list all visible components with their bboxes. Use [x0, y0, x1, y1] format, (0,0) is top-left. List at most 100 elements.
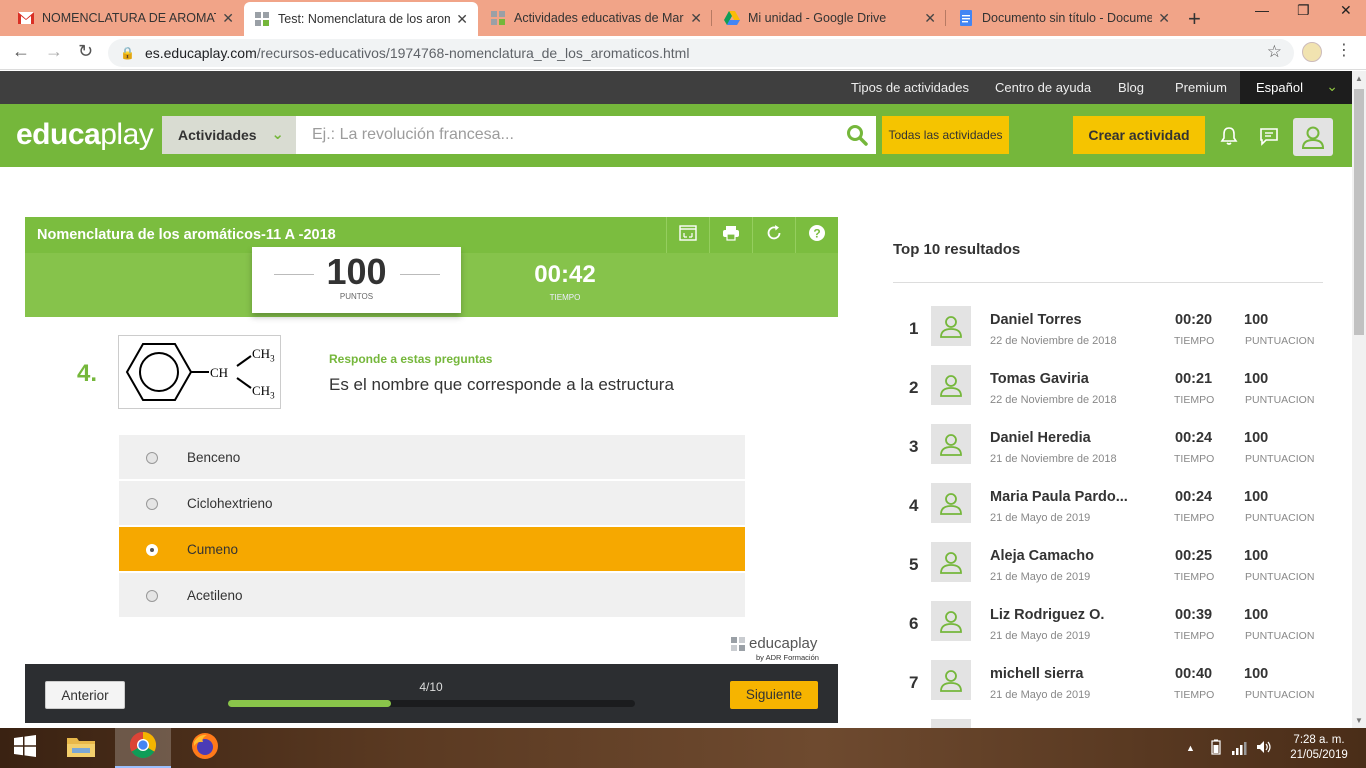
start-button[interactable] — [0, 728, 50, 768]
progress-fill — [228, 700, 391, 707]
rank-user-name: michell sierra — [990, 666, 1084, 682]
new-tab-button[interactable]: + — [1188, 6, 1201, 32]
site-top-nav: Tipos de actividades Centro de ayuda Blo… — [0, 71, 1352, 104]
rank-score-label: PUNTUACION — [1245, 394, 1315, 406]
score-card: 100 PUNTOS — [252, 247, 461, 313]
tray-chevron-up-icon[interactable]: ▲ — [1186, 743, 1195, 753]
close-icon[interactable]: ✕ — [924, 10, 936, 27]
system-clock[interactable]: 7:28 a. m. 21/05/2019 — [1286, 733, 1352, 763]
browser-tabstrip: NOMENCLATURA DE AROMATIC ✕ Test: Nomencl… — [0, 0, 1366, 36]
rank-time: 00:25 — [1175, 548, 1213, 564]
answer-option[interactable]: Benceno — [119, 435, 745, 480]
rank-score-label: PUNTUACION — [1245, 630, 1315, 642]
rank-time-label: TIEMPO — [1174, 689, 1215, 701]
bell-icon[interactable] — [1219, 126, 1239, 151]
question-instruction: Responde a estas preguntas — [329, 352, 493, 366]
taskbar-file-explorer[interactable] — [53, 728, 109, 768]
tab-educaplay-activities[interactable]: Actividades educativas de Maria ✕ — [480, 4, 712, 32]
bookmark-star-icon[interactable]: ☆ — [1267, 42, 1282, 62]
rank-position: 6 — [909, 614, 919, 633]
user-avatar-icon — [931, 601, 971, 641]
rank-score-label: PUNTUACION — [1245, 453, 1315, 465]
restart-icon — [765, 224, 783, 247]
nav-tipos-actividades[interactable]: Tipos de actividades — [851, 80, 969, 95]
help-icon: ? — [808, 224, 826, 247]
battery-icon[interactable] — [1211, 739, 1221, 758]
nav-blog[interactable]: Blog — [1118, 80, 1144, 95]
radio-button[interactable] — [146, 498, 158, 510]
previous-button[interactable]: Anterior — [45, 681, 125, 709]
scroll-down-icon[interactable]: ▼ — [1355, 716, 1363, 725]
close-icon[interactable]: ✕ — [222, 10, 234, 27]
site-header: educaplay Actividades ⌄ Todas las activi… — [0, 104, 1352, 167]
restore-icon[interactable]: ❐ — [1297, 2, 1310, 19]
rank-time-label: TIEMPO — [1174, 512, 1215, 524]
url-path: /recursos-educativos/1974768-nomenclatur… — [256, 45, 690, 61]
messages-icon[interactable] — [1259, 126, 1279, 151]
close-icon[interactable]: ✕ — [456, 11, 468, 28]
help-button[interactable]: ? — [795, 217, 838, 253]
progress-label: 4/10 — [419, 680, 443, 694]
answer-option[interactable]: Ciclohextrieno — [119, 481, 745, 526]
ranking-row: 5 Aleja Camacho 21 de Mayo de 2019 00:25 TIE… — [893, 542, 1333, 601]
activities-dropdown[interactable]: Actividades ⌄ — [162, 116, 296, 154]
activity-title: Nomenclatura de los aromáticos-11 A -201… — [37, 227, 336, 243]
print-button[interactable] — [709, 217, 752, 253]
tab-google-docs[interactable]: Documento sin título - Docume ✕ — [948, 4, 1180, 32]
lock-icon: 🔒 — [120, 46, 135, 60]
browser-menu-icon[interactable]: ⋮ — [1336, 40, 1352, 60]
search-icon[interactable] — [846, 124, 868, 151]
tab-gmail[interactable]: NOMENCLATURA DE AROMATIC ✕ — [8, 4, 244, 32]
extension-icon[interactable] — [1302, 42, 1322, 62]
forward-icon[interactable]: → — [45, 41, 63, 62]
rank-date: 22 de Noviembre de 2018 — [990, 335, 1117, 347]
progress-bar — [228, 700, 635, 707]
language-label: Español — [1256, 80, 1303, 95]
close-icon[interactable]: ✕ — [690, 10, 702, 27]
search-input[interactable] — [296, 116, 836, 154]
create-activity-button[interactable]: Crear actividad — [1073, 116, 1205, 154]
answer-option-selected[interactable]: Cumeno — [119, 527, 745, 572]
answer-option[interactable]: Acetileno — [119, 573, 745, 618]
window-close-icon[interactable]: ✕ — [1340, 2, 1352, 19]
taskbar-firefox[interactable] — [177, 728, 233, 768]
rank-user-name: Tomas Gaviria — [990, 371, 1089, 387]
taskbar-chrome[interactable] — [115, 728, 171, 768]
windows-icon — [14, 734, 36, 762]
answer-label: Acetileno — [187, 588, 243, 603]
question-structure-image[interactable]: CH CH3 CH3 — [118, 335, 281, 409]
scroll-up-icon[interactable]: ▲ — [1355, 74, 1363, 83]
next-button[interactable]: Siguiente — [730, 681, 818, 709]
rank-score: 100 — [1244, 430, 1269, 446]
fullscreen-button[interactable] — [666, 217, 709, 253]
rank-date: 21 de Noviembre de 2018 — [990, 453, 1117, 465]
tab-google-drive[interactable]: Mi unidad - Google Drive ✕ — [714, 4, 946, 32]
network-icon[interactable] — [1232, 741, 1248, 758]
educaplay-logo[interactable]: educaplay — [16, 118, 154, 152]
radio-button[interactable] — [146, 590, 158, 602]
back-icon[interactable]: ← — [12, 41, 30, 62]
volume-icon[interactable] — [1256, 740, 1272, 757]
rank-score: 100 — [1244, 607, 1269, 623]
reload-icon[interactable]: ↻ — [78, 41, 93, 62]
rank-position: 3 — [909, 437, 919, 456]
url-field[interactable]: 🔒 es.educaplay.com/recursos-educativos/1… — [108, 39, 1294, 67]
rank-user-name: Daniel Heredia — [990, 430, 1091, 446]
rank-score: 100 — [1244, 489, 1269, 505]
radio-button[interactable] — [146, 452, 158, 464]
scrollbar-thumb[interactable] — [1354, 89, 1364, 335]
all-activities-button[interactable]: Todas las actividades — [882, 116, 1009, 154]
radio-button-checked[interactable] — [146, 544, 158, 556]
docs-icon — [958, 10, 974, 26]
user-avatar[interactable] — [1293, 118, 1333, 156]
nav-premium[interactable]: Premium — [1175, 80, 1227, 95]
page-scrollbar[interactable]: ▲ ▼ — [1352, 71, 1366, 728]
minimize-icon[interactable]: — — [1255, 2, 1269, 18]
close-icon[interactable]: ✕ — [1158, 10, 1170, 27]
tab-educaplay-test[interactable]: Test: Nomenclatura de los arom ✕ — [244, 2, 478, 36]
rank-date: 21 de Mayo de 2019 — [990, 630, 1091, 642]
language-selector[interactable]: Español ⌄ — [1240, 71, 1352, 104]
rank-date: 21 de Mayo de 2019 — [990, 689, 1091, 701]
nav-centro-ayuda[interactable]: Centro de ayuda — [995, 80, 1091, 95]
restart-button[interactable] — [752, 217, 795, 253]
